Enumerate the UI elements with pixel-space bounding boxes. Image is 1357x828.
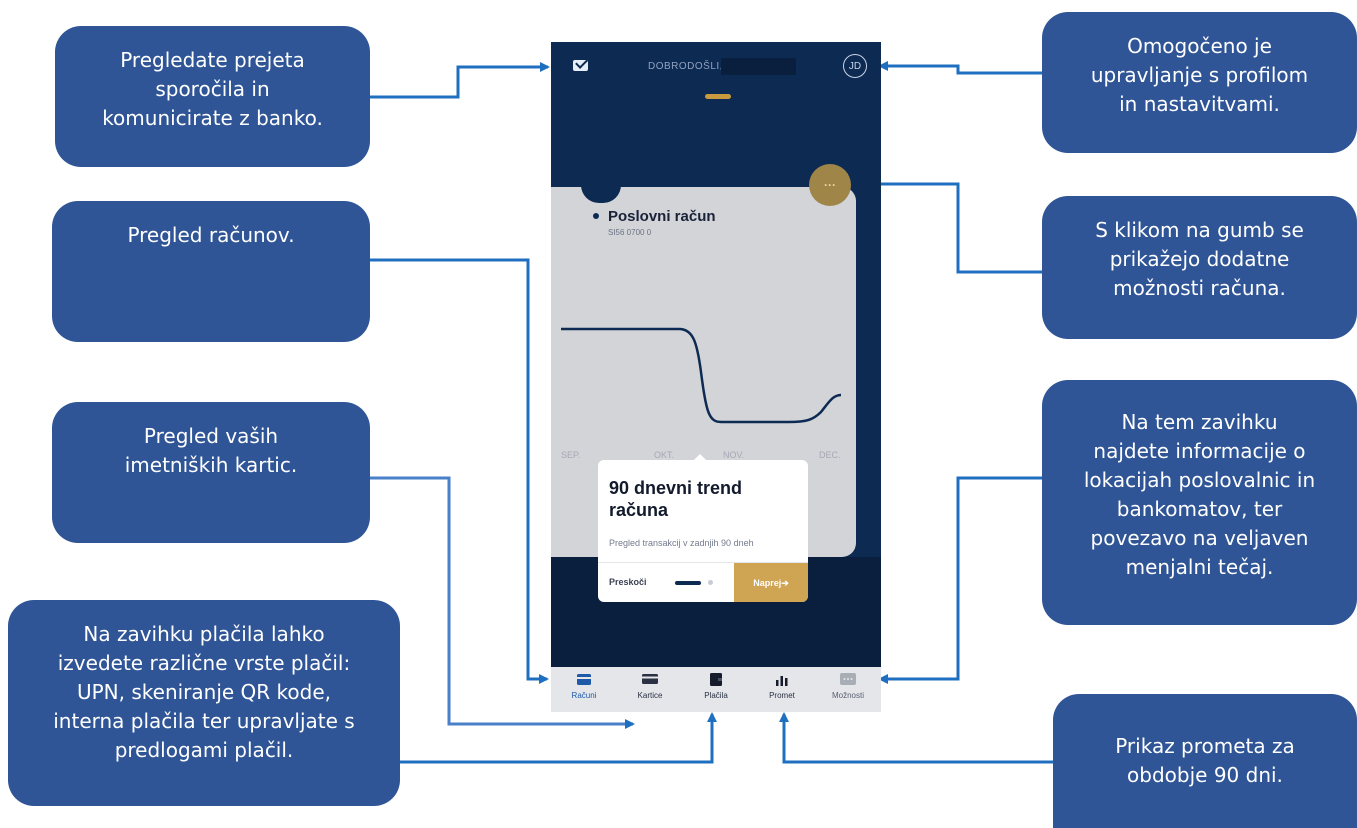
tab-label: Računi [571,691,597,700]
bar-chart-icon [776,676,788,686]
tab-label: Možnosti [831,691,864,700]
callout-payments: Na zavihku plačila lahko izvedete različn… [8,600,400,806]
callout-more-options: S klikom na gumb se prikažejo dodatne možn… [1042,196,1357,339]
arrow-more-options [871,179,1042,274]
chat-dots-icon [840,673,856,685]
arrow-turnover [779,712,1053,764]
next-button[interactable]: Naprej➔ [734,563,808,602]
balance-trend-chart [561,327,842,424]
wallet-card-icon [577,674,591,685]
tab-label: Plačila [704,691,728,700]
month-label-okt: OKT. [654,450,675,460]
tab-placila[interactable]: Plačila [683,667,749,712]
tab-moznosti[interactable]: Možnosti [815,667,881,712]
month-label-nov: NOV. [723,450,745,460]
callout-profile: Omogočeno je upravljanje s profilom in nas… [1042,12,1357,153]
tab-promet[interactable]: Promet [749,667,815,712]
credit-card-icon [642,674,658,684]
arrow-locations [878,476,1042,684]
arrow-messages [370,62,550,99]
callout-accounts: Pregled računov. [52,201,370,342]
callout-messages: Pregledate prejeta sporočila in komunicira… [55,26,370,167]
tab-kartice[interactable]: Kartice [617,667,683,712]
tab-label: Kartice [637,691,663,700]
tab-label: Promet [769,691,795,700]
phone-screen: DOBRODOŠLI, JD ··· Poslovni račun SI56 0… [551,42,881,712]
skip-button[interactable]: Preskoči [609,577,647,587]
pager-dot [708,580,713,585]
callout-turnover: Prikaz prometa za obdobje 90 dni. [1053,694,1357,828]
wallet-icon [710,673,722,686]
tooltip-description: Pregled transakcij v zadnjih 90 dneh [609,538,754,548]
arrow-payments [400,712,717,764]
tab-racuni[interactable]: Računi [551,667,617,712]
arrow-profile [878,61,1042,75]
callout-cards: Pregled vaših imetniških kartic. [52,402,370,543]
pager-active-indicator [675,581,701,585]
balance-trend-line [561,327,842,424]
callout-locations: Na tem zavihku najdete informacije o lokac… [1042,380,1357,625]
tooltip-footer: Preskoči Naprej➔ [598,562,808,602]
month-label-sep: SEP. [561,450,581,460]
tooltip-title: 90 dnevni trend računa [609,478,743,520]
onboarding-tooltip: 90 dnevni trend računa Pregled transakci… [598,460,808,602]
month-label-dec: DEC. [819,450,841,460]
bottom-tab-bar: Računi Kartice Plačila Promet Možnosti [551,667,881,712]
